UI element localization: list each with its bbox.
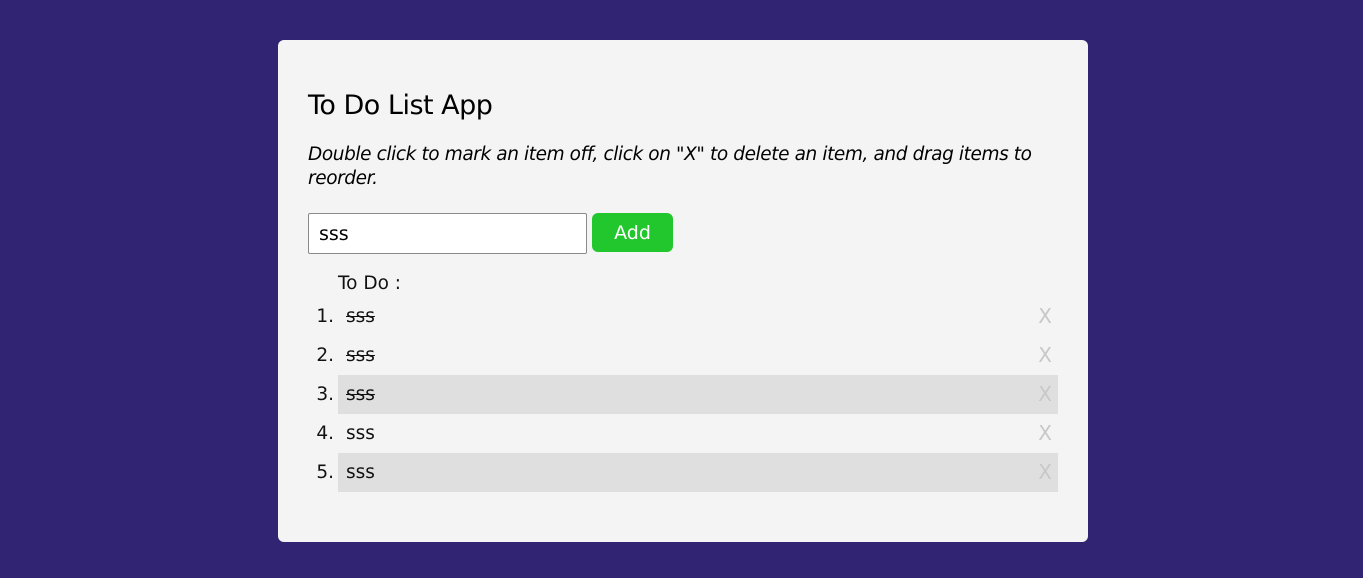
delete-icon[interactable]: X: [1038, 414, 1052, 453]
delete-icon[interactable]: X: [1038, 453, 1052, 492]
todo-card: To Do List App Double click to mark an i…: [278, 40, 1088, 542]
item-number: 3.: [316, 384, 334, 405]
list-item[interactable]: 2. sss X: [278, 336, 1088, 375]
list-heading: To Do :: [338, 273, 402, 294]
item-number: 5.: [316, 462, 334, 483]
instructions-text: Double click to mark an item off, click …: [308, 144, 1032, 189]
delete-icon[interactable]: X: [1038, 297, 1052, 336]
list-item[interactable]: 1. sss X: [278, 297, 1088, 336]
add-button[interactable]: Add: [592, 213, 673, 252]
list-item[interactable]: 4. sss X: [278, 414, 1088, 453]
item-body[interactable]: sss X: [338, 414, 1058, 453]
item-text: sss: [346, 345, 375, 366]
item-body[interactable]: sss X: [338, 336, 1058, 375]
item-body[interactable]: sss X: [338, 297, 1058, 336]
delete-icon[interactable]: X: [1038, 336, 1052, 375]
list-item[interactable]: 5. sss X: [278, 453, 1088, 492]
page-title: To Do List App: [308, 90, 493, 121]
delete-icon[interactable]: X: [1038, 375, 1052, 414]
todo-list: 1. sss X 2. sss X 3. sss X 4. sss X 5. s…: [278, 297, 1088, 492]
item-number: 1.: [316, 306, 334, 327]
item-body[interactable]: sss X: [338, 453, 1058, 492]
list-item[interactable]: 3. sss X: [278, 375, 1088, 414]
item-text: sss: [346, 306, 375, 327]
item-text: sss: [346, 462, 375, 483]
item-text: sss: [346, 423, 375, 444]
item-number: 4.: [316, 423, 334, 444]
item-body[interactable]: sss X: [338, 375, 1058, 414]
task-input[interactable]: [308, 213, 587, 254]
item-text: sss: [346, 384, 375, 405]
item-number: 2.: [316, 345, 334, 366]
